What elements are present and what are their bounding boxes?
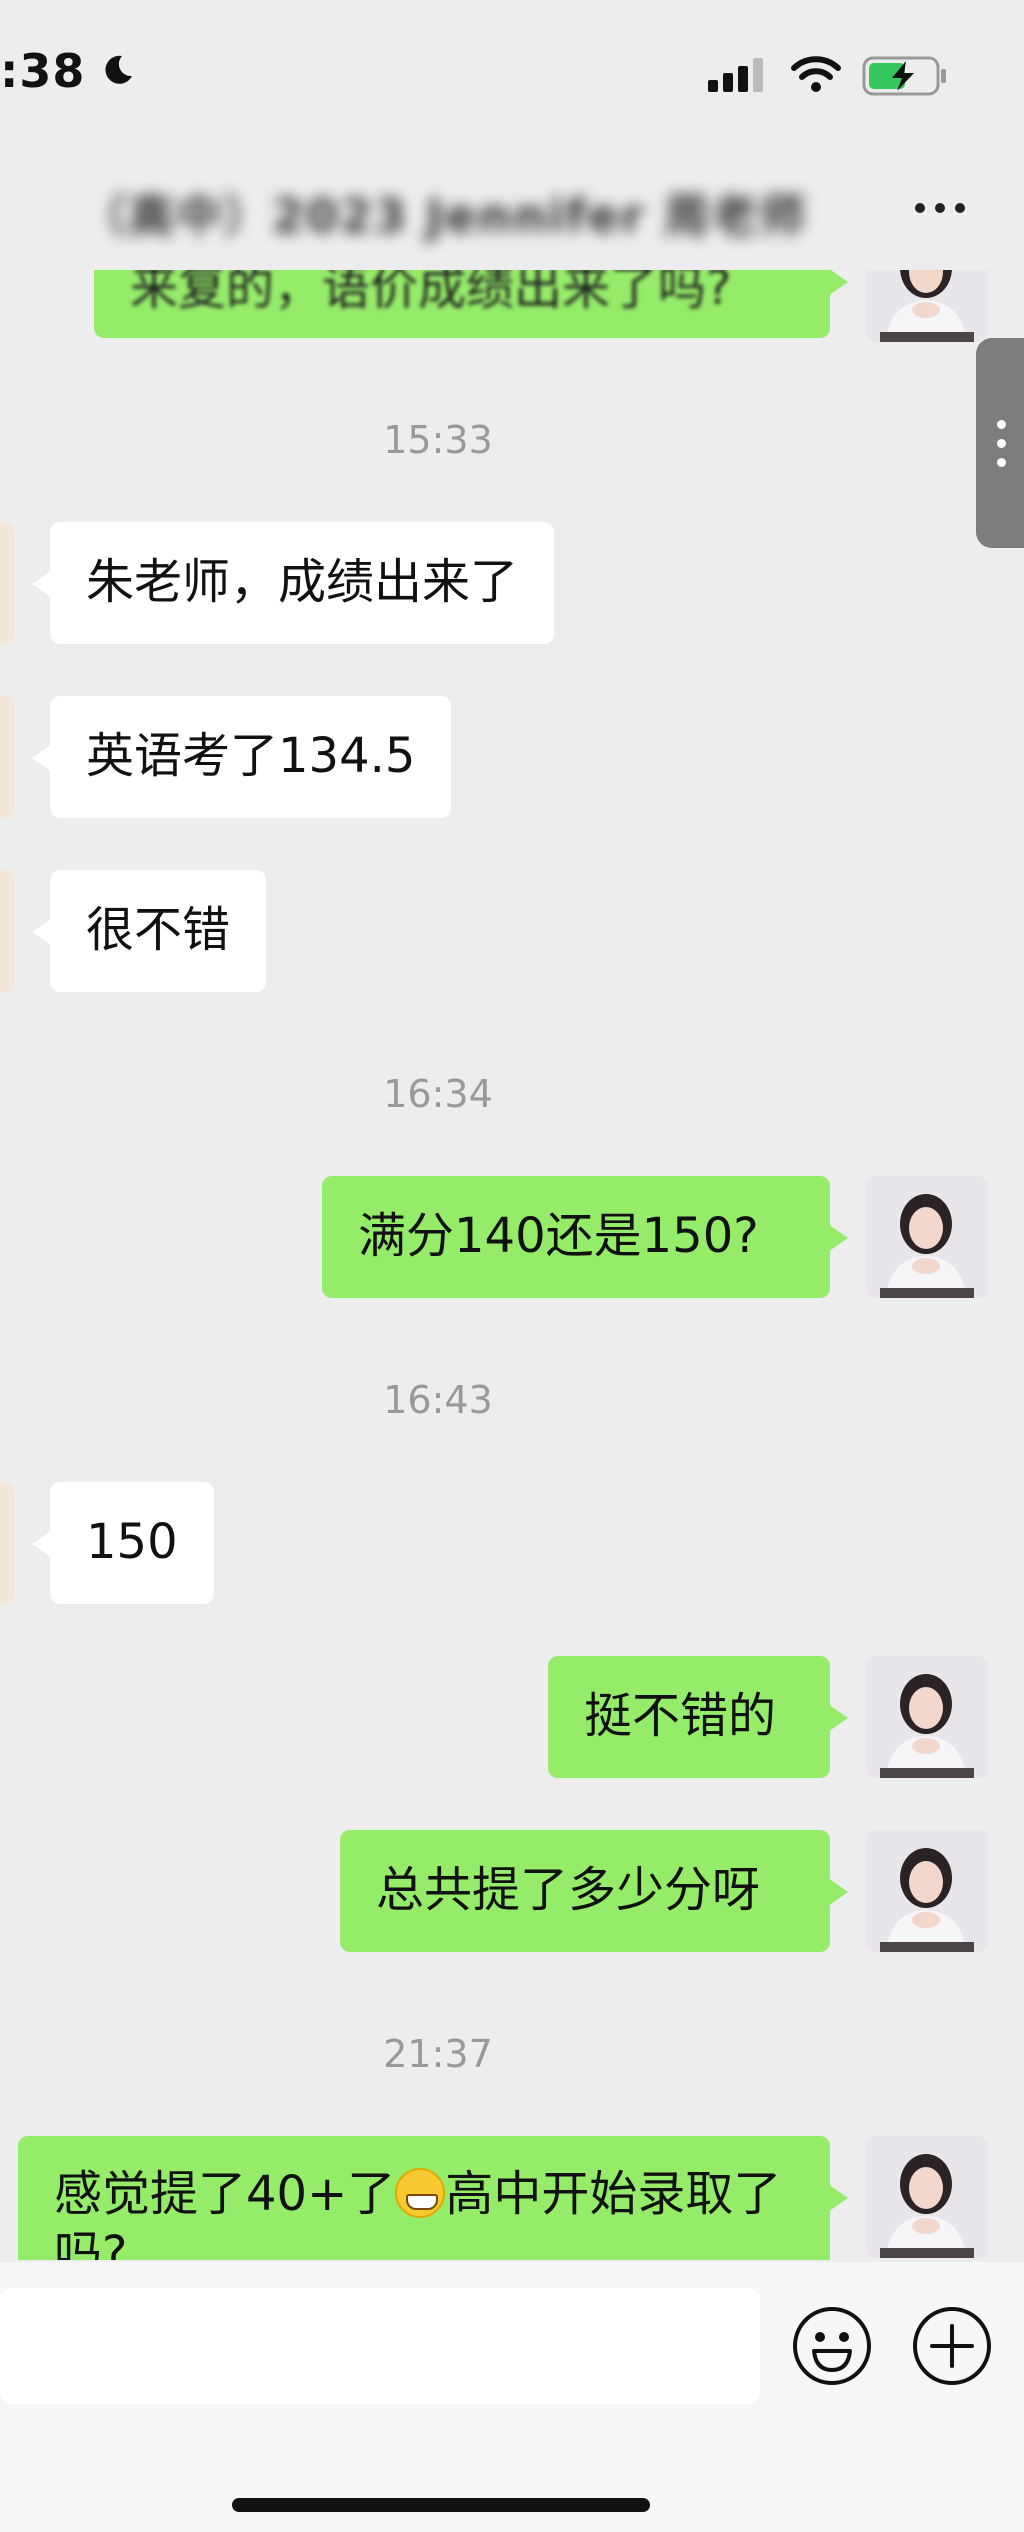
avatar-left[interactable]: [0, 870, 14, 992]
avatar[interactable]: [866, 1176, 988, 1298]
moon-icon: [105, 55, 132, 84]
message-text: 很不错: [86, 902, 231, 958]
chat-title[interactable]: （高中）2023 Jennifer 周老师: [80, 180, 808, 246]
status-time: :38: [0, 44, 86, 98]
message-text: 来复的，语价成绩出来了吗?: [130, 270, 732, 316]
home-indicator[interactable]: [232, 2498, 650, 2512]
status-bar: :38: [0, 0, 1024, 150]
avatar-photo: [866, 270, 988, 342]
timestamp: 15:33: [383, 418, 493, 462]
avatar[interactable]: [866, 1830, 988, 1952]
battery-charging-icon: [862, 56, 946, 96]
floating-side-tab[interactable]: [976, 338, 1024, 548]
more-dots-icon[interactable]: [910, 196, 970, 220]
message-bubble-outgoing[interactable]: 来复的，语价成绩出来了吗?: [94, 270, 848, 338]
timestamp: 21:37: [383, 2032, 493, 2076]
avatar[interactable]: [866, 1656, 988, 1778]
avatar-left[interactable]: [0, 696, 14, 818]
grinning-face-icon: [395, 2168, 446, 2218]
plus-circle-icon[interactable]: [910, 2304, 994, 2388]
message-bubble-incoming[interactable]: 英语考了134.5: [31, 696, 452, 818]
avatar-photo: [866, 1830, 988, 1952]
message-text: 英语考了134.5: [86, 728, 416, 784]
avatar[interactable]: [866, 2136, 988, 2258]
avatar-photo: [866, 2136, 988, 2258]
emoji-smile-icon[interactable]: [790, 2304, 874, 2388]
message-text: 满分140还是150?: [358, 1208, 759, 1264]
message-bubble-outgoing[interactable]: 总共提了多少分呀: [340, 1830, 848, 1952]
timestamp: 16:43: [383, 1378, 493, 1422]
message-bubble-outgoing[interactable]: 满分140还是150?: [322, 1176, 848, 1298]
avatar[interactable]: [866, 270, 988, 342]
message-text: 朱老师，成绩出来了: [86, 554, 519, 610]
message-text: 总共提了多少分呀: [376, 1862, 761, 1918]
message-text: 150: [86, 1514, 178, 1570]
message-text: 挺不错的: [584, 1688, 777, 1744]
message-bubble-incoming[interactable]: 很不错: [31, 870, 267, 992]
message-bubble-outgoing[interactable]: 感觉提了40+了 高中开始录取了吗?: [18, 2136, 848, 2260]
message-bubble-outgoing[interactable]: 挺不错的: [548, 1656, 848, 1778]
message-bubble-incoming[interactable]: 150: [32, 1482, 214, 1604]
message-text: 感觉提了40+了: [54, 2166, 396, 2222]
message-input[interactable]: [0, 2288, 760, 2404]
avatar-photo: [866, 1176, 988, 1298]
avatar-left[interactable]: [0, 522, 14, 644]
message-bubble-incoming[interactable]: 朱老师，成绩出来了: [31, 522, 555, 644]
timestamp: 16:34: [383, 1072, 493, 1116]
message-list[interactable]: 来复的，语价成绩出来了吗? 15:33 朱老师，成绩出来了 英语考了134.5 …: [0, 270, 1024, 2260]
avatar-photo: [866, 1656, 988, 1778]
avatar-left[interactable]: [0, 1482, 14, 1604]
signal-icon: [708, 58, 763, 92]
wifi-icon: [791, 56, 841, 92]
input-bar: [0, 2262, 1024, 2532]
